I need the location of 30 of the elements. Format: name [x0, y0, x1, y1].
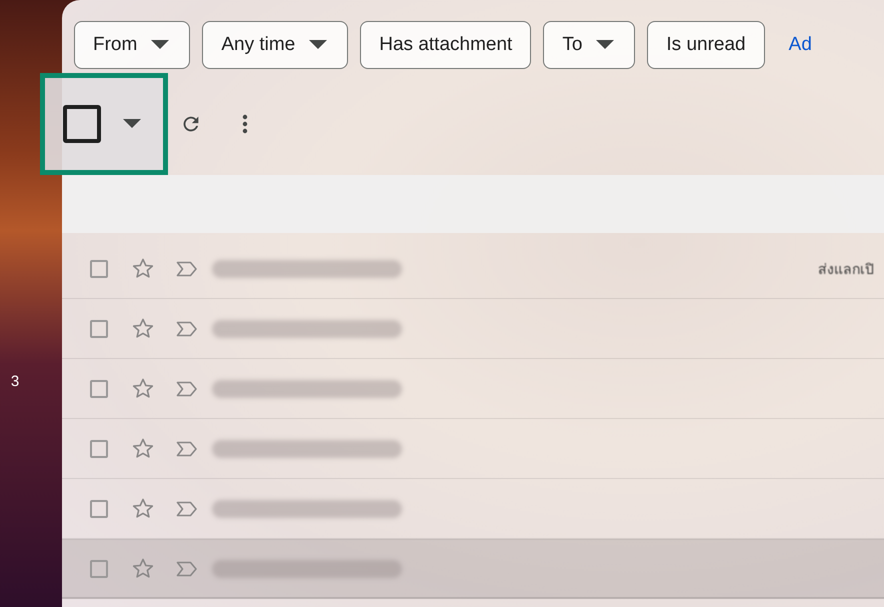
star-icon[interactable] — [132, 498, 154, 519]
checkbox[interactable] — [90, 260, 108, 278]
checkbox[interactable] — [90, 500, 108, 518]
importance-icon[interactable] — [176, 380, 198, 396]
checkbox[interactable] — [90, 320, 108, 338]
select-all-button[interactable] — [40, 72, 168, 174]
filter-chip[interactable]: Is unread — [647, 21, 765, 69]
filter-chip[interactable]: Any time — [202, 21, 348, 69]
checkbox[interactable] — [90, 560, 108, 578]
importance-icon[interactable] — [176, 260, 198, 276]
importance-icon[interactable] — [176, 560, 198, 576]
importance-icon[interactable] — [176, 500, 198, 516]
caret-icon — [123, 118, 141, 128]
star-icon[interactable] — [132, 558, 154, 579]
checkbox[interactable] — [90, 440, 108, 458]
importance-icon[interactable] — [176, 320, 198, 336]
filter-chip[interactable]: From — [74, 21, 190, 69]
unread-count: 3 — [10, 372, 20, 390]
star-icon[interactable] — [132, 438, 154, 459]
filter-chip[interactable]: Has attachment — [360, 21, 532, 69]
checkbox[interactable] — [90, 380, 108, 398]
star-icon[interactable] — [132, 258, 154, 279]
more-icon[interactable] — [242, 112, 248, 134]
importance-icon[interactable] — [176, 440, 198, 456]
star-icon[interactable] — [132, 318, 154, 339]
advanced-search-link[interactable]: Ad — [788, 34, 812, 56]
message-snippet: ส่งแลกเปิ — [818, 260, 874, 278]
star-icon[interactable] — [132, 378, 154, 399]
filter-chip[interactable]: To — [543, 21, 636, 69]
checkbox[interactable] — [63, 104, 101, 142]
